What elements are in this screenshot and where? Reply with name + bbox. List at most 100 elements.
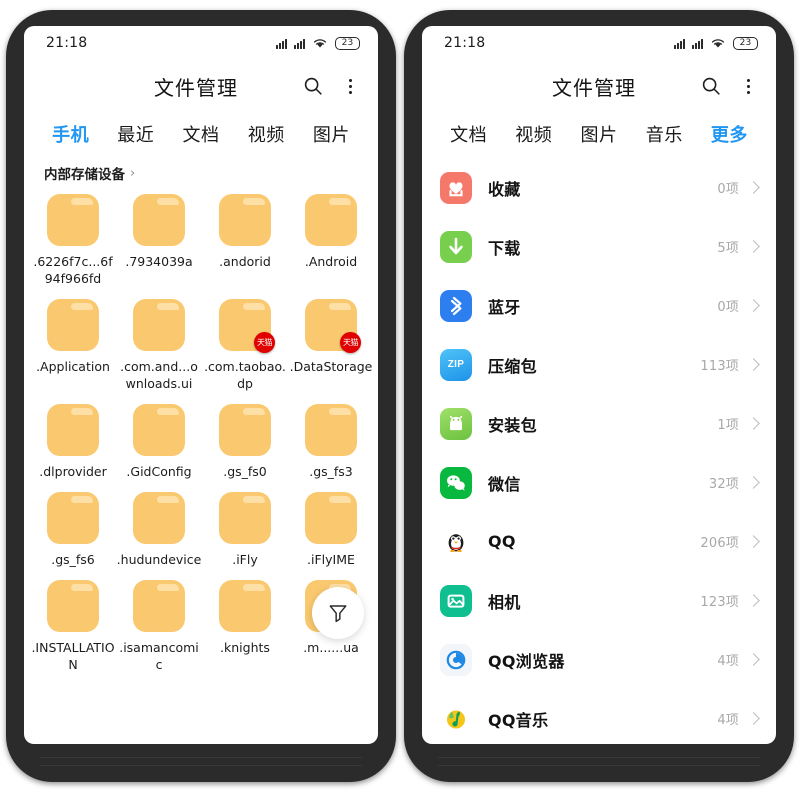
tab-documents[interactable]: 文档 xyxy=(436,121,501,147)
category-row[interactable]: QQ 206项 xyxy=(422,512,776,571)
tab-images[interactable]: 图片 xyxy=(299,121,364,147)
folder-icon xyxy=(133,194,185,246)
category-count: 5项 xyxy=(717,241,739,256)
category-label: 下载 xyxy=(488,238,521,258)
favorite-heart-icon xyxy=(440,171,472,204)
folder-icon xyxy=(47,492,99,544)
folder-icon xyxy=(47,194,99,246)
chevron-right-icon: › xyxy=(130,165,136,181)
folder-item[interactable]: .andorid xyxy=(202,194,288,287)
folder-icon xyxy=(219,404,271,456)
folder-item[interactable]: .6226f7c...6f94f966fd xyxy=(30,194,116,287)
tab-more[interactable]: 更多 xyxy=(697,121,762,147)
folder-item[interactable]: .iFlyIME xyxy=(288,492,374,568)
filter-funnel-icon xyxy=(329,605,347,623)
page-title: 文件管理 xyxy=(154,75,238,100)
bluetooth-icon xyxy=(440,289,472,322)
signal-bars-icon xyxy=(276,38,287,49)
category-count: 4项 xyxy=(717,654,739,669)
app-bar: 文件管理 xyxy=(24,60,378,112)
wechat-icon xyxy=(440,466,472,499)
tab-music[interactable]: 音乐 xyxy=(632,121,697,147)
folder-item[interactable]: .INSTALLATION xyxy=(30,580,116,673)
folder-item[interactable]: .Android xyxy=(288,194,374,287)
category-row[interactable]: 安装包 1项 xyxy=(422,394,776,453)
chevron-right-icon xyxy=(747,594,760,607)
category-row[interactable]: 收藏 0项 xyxy=(422,158,776,217)
folder-icon xyxy=(133,404,185,456)
status-icons: 23 xyxy=(276,36,360,50)
app-bar-actions xyxy=(700,75,758,97)
category-label: 收藏 xyxy=(488,179,521,199)
tab-images[interactable]: 图片 xyxy=(566,121,631,147)
folder-item[interactable]: .gs_fs0 xyxy=(202,404,288,480)
folder-label: .GidConfig xyxy=(126,464,192,479)
category-label: 压缩包 xyxy=(488,356,537,376)
status-clock: 21:18 xyxy=(444,35,486,51)
category-row[interactable]: QQ音乐 4项 xyxy=(422,689,776,744)
qq-browser-icon xyxy=(440,643,472,676)
right-phone-frame: 21:18 23 文件管理 文档 视频 图片 音乐 更多 收藏 0项 下载 5项… xyxy=(404,10,794,782)
download-arrow-icon xyxy=(440,230,472,263)
search-icon[interactable] xyxy=(302,75,324,97)
folder-item[interactable]: 天猫 .com.taobao.dp xyxy=(202,299,288,392)
app-bar-actions xyxy=(302,75,360,97)
tab-documents[interactable]: 文档 xyxy=(168,121,233,147)
category-row[interactable]: 下载 5项 xyxy=(422,217,776,276)
folder-label: .gs_fs0 xyxy=(223,464,267,479)
tab-videos[interactable]: 视频 xyxy=(501,121,566,147)
folder-label: .7934039a xyxy=(125,254,193,269)
overflow-menu-icon[interactable] xyxy=(340,75,360,97)
category-count: 32项 xyxy=(708,477,739,492)
folder-icon xyxy=(47,299,99,351)
folder-item[interactable]: .gs_fs3 xyxy=(288,404,374,480)
chevron-right-icon xyxy=(747,240,760,253)
folder-item[interactable]: .dlprovider xyxy=(30,404,116,480)
folder-icon xyxy=(305,492,357,544)
category-label: 安装包 xyxy=(488,415,537,435)
folder-label: .Application xyxy=(36,359,110,374)
folder-item[interactable]: .gs_fs6 xyxy=(30,492,116,568)
qq-music-icon xyxy=(440,703,472,735)
folder-item[interactable]: .com.and...ownloads.ui xyxy=(116,299,202,392)
folder-label: .gs_fs3 xyxy=(309,464,353,479)
folder-item[interactable]: .isamancomic xyxy=(116,580,202,673)
folder-label: .com.and...ownloads.ui xyxy=(120,359,198,391)
filter-fab-button[interactable] xyxy=(312,587,364,639)
folder-item[interactable]: .GidConfig xyxy=(116,404,202,480)
overflow-menu-icon[interactable] xyxy=(738,75,758,97)
chevron-right-icon xyxy=(747,181,760,194)
tab-videos[interactable]: 视频 xyxy=(234,121,299,147)
folder-icon xyxy=(219,194,271,246)
category-row[interactable]: 相机 123项 xyxy=(422,571,776,630)
signal-bars-icon xyxy=(674,38,685,49)
folder-label: .DataStorage xyxy=(289,359,373,374)
category-row[interactable]: ZIP 压缩包 113项 xyxy=(422,335,776,394)
breadcrumb[interactable]: 内部存储设备 › xyxy=(24,156,378,190)
zip-archive-icon: ZIP xyxy=(440,348,472,381)
qq-penguin-icon xyxy=(440,526,472,558)
category-row[interactable]: 微信 32项 xyxy=(422,453,776,512)
tmall-badge: 天猫 xyxy=(254,332,275,353)
folder-item[interactable]: 天猫 .DataStorage xyxy=(288,299,374,392)
folder-label: .6226f7c...6f94f966fd xyxy=(33,254,113,286)
category-count: 0项 xyxy=(717,300,739,315)
folder-label: .hudundevice xyxy=(116,552,202,567)
category-row[interactable]: QQ浏览器 4项 xyxy=(422,630,776,689)
folder-item[interactable]: .knights xyxy=(202,580,288,673)
screenshot-stage: 21:18 23 文件管理 手机 最近 文档 视频 图片 内部存储设备 › .6… xyxy=(0,0,800,797)
folder-item[interactable]: .Application xyxy=(30,299,116,392)
chevron-right-icon xyxy=(747,299,760,312)
left-phone-frame: 21:18 23 文件管理 手机 最近 文档 视频 图片 内部存储设备 › .6… xyxy=(6,10,396,782)
folder-icon xyxy=(219,580,271,632)
folder-item[interactable]: .hudundevice xyxy=(116,492,202,568)
folder-item[interactable]: .iFly xyxy=(202,492,288,568)
tab-recent[interactable]: 最近 xyxy=(103,121,168,147)
tab-phone[interactable]: 手机 xyxy=(38,121,103,147)
folder-label: .gs_fs6 xyxy=(51,552,95,567)
category-row[interactable]: 蓝牙 0项 xyxy=(422,276,776,335)
chevron-right-icon xyxy=(747,535,760,548)
search-icon[interactable] xyxy=(700,75,722,97)
folder-item[interactable]: .7934039a xyxy=(116,194,202,287)
right-tab-bar: 文档 视频 图片 音乐 更多 xyxy=(422,112,776,156)
